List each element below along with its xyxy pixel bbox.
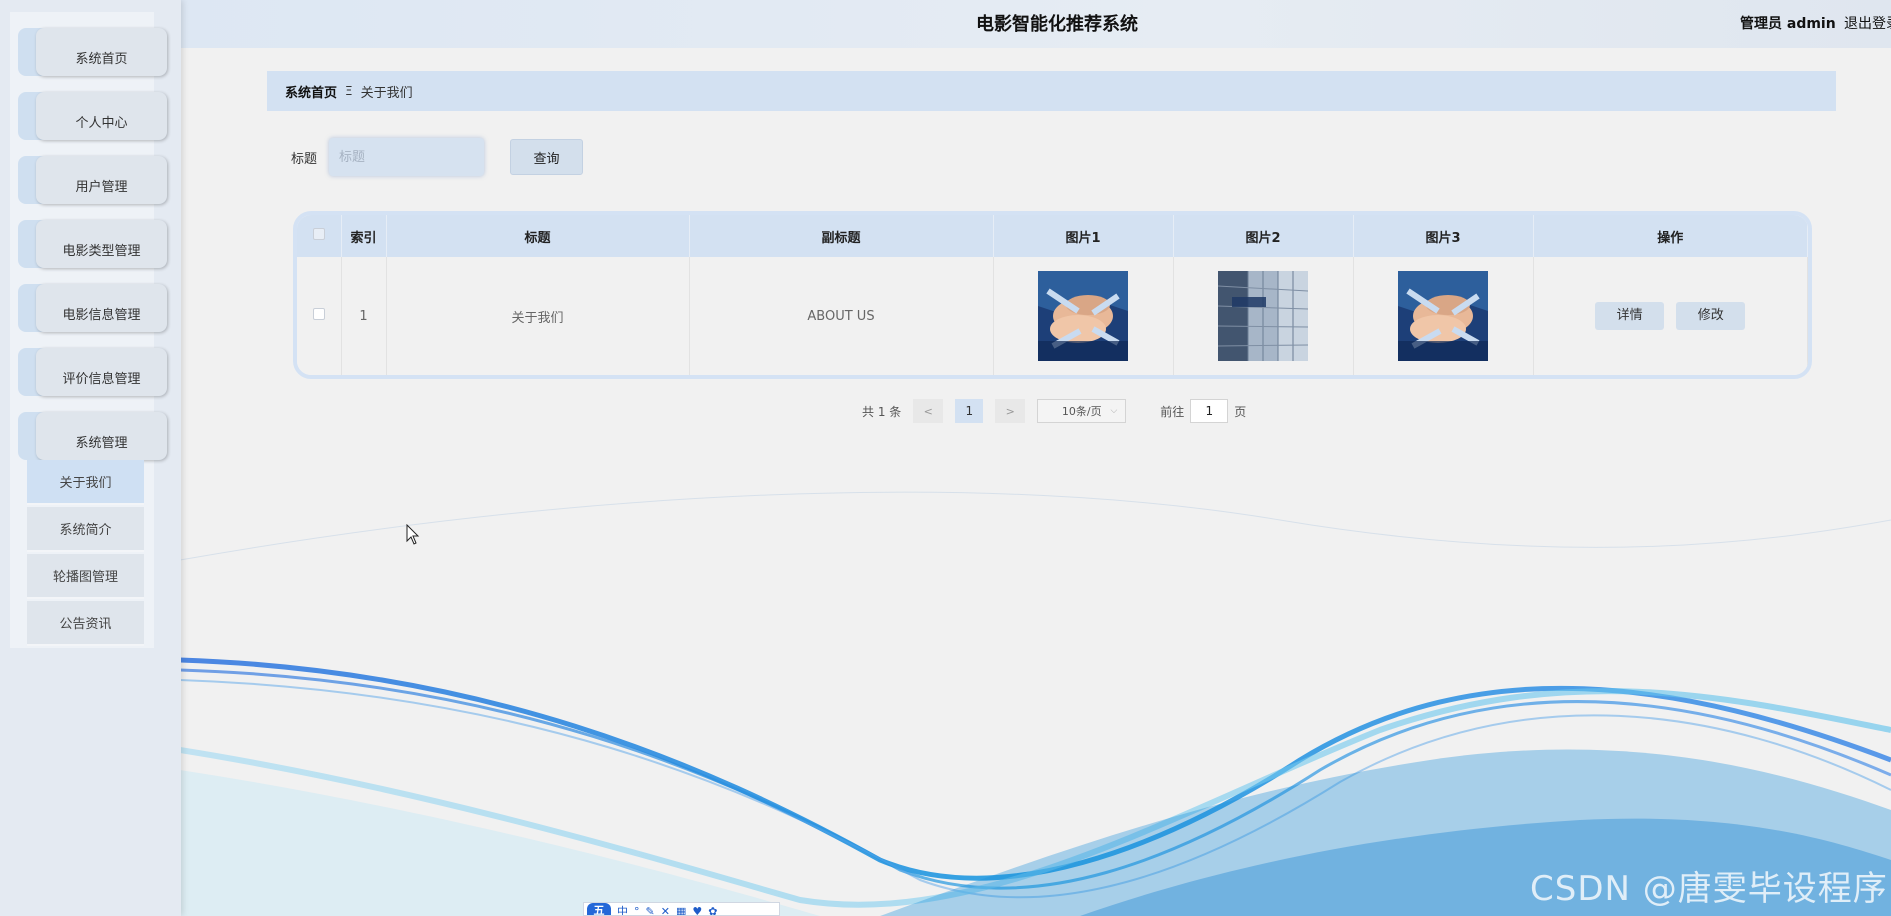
ime-keyboard-icon[interactable]: ▦ xyxy=(676,903,686,915)
sidebar-item-label: 电影信息管理 xyxy=(36,284,167,332)
column-header: 图片1 xyxy=(993,215,1174,257)
ime-skin-icon[interactable]: ♥ xyxy=(692,903,702,915)
top-header: 电影智能化推荐系统 管理员 admin 退出登录 xyxy=(181,0,1891,48)
detail-button[interactable]: 详情 xyxy=(1595,302,1665,330)
ime-handwrite-icon[interactable]: ✎ xyxy=(646,903,655,915)
pagination: 共 1 条 < 1 > 10条/页 ⌵ 前往 1 页 xyxy=(862,399,1246,423)
sidebar: 系统首页 个人中心 用户管理 电影类型管理 电影信息管理 评价信息管理 系统管理… xyxy=(0,0,181,916)
breadcrumb: 系统首页 Ξ 关于我们 xyxy=(267,71,1836,111)
sidebar-item-personal-center[interactable]: 个人中心 xyxy=(18,92,167,140)
ime-settings-icon[interactable]: ✿ xyxy=(708,903,717,915)
ime-logo-icon[interactable]: 五 xyxy=(587,903,611,915)
edit-button[interactable]: 修改 xyxy=(1676,302,1746,330)
query-button[interactable]: 查询 xyxy=(510,139,583,175)
breadcrumb-current: 关于我们 xyxy=(360,85,413,101)
page-size-select[interactable]: 10条/页 ⌵ xyxy=(1037,399,1127,423)
sidebar-item-label: 电影类型管理 xyxy=(36,220,167,268)
breadcrumb-home[interactable]: 系统首页 xyxy=(285,82,337,101)
breadcrumb-separator-icon: Ξ xyxy=(345,84,353,98)
hands-stack-image[interactable] xyxy=(1038,271,1128,361)
ime-toolbar: 五 中 ° ✎ ✕ ▦ ♥ ✿ xyxy=(583,902,780,916)
mouse-pointer-icon xyxy=(406,524,420,545)
submenu-item-system-intro[interactable]: 系统简介 xyxy=(27,507,144,552)
chevron-down-icon: ⌵ xyxy=(1110,406,1118,416)
row-image-1-cell xyxy=(993,257,1174,375)
column-header: 操作 xyxy=(1533,215,1808,257)
goto-suffix: 页 xyxy=(1234,404,1247,419)
submenu-item-label: 关于我们 xyxy=(59,476,112,491)
title-search-input[interactable] xyxy=(329,138,484,176)
csdn-watermark: CSDN @唐雯毕设程序 xyxy=(1530,869,1888,909)
select-all-cell xyxy=(297,215,342,257)
row-actions-cell: 详情 修改 xyxy=(1533,257,1808,375)
prev-page-button[interactable]: < xyxy=(913,399,944,423)
table-row: 1 关于我们 ABOUT US 详情 修改 xyxy=(297,257,1808,375)
background-wave-decoration xyxy=(180,491,1891,916)
submenu-item-label: 系统简介 xyxy=(59,523,112,538)
search-label: 标题 xyxy=(291,152,318,167)
page-number-button[interactable]: 1 xyxy=(955,399,984,423)
column-header: 图片2 xyxy=(1173,215,1354,257)
submenu-item-about-us[interactable]: 关于我们 xyxy=(27,460,144,505)
building-glass-image[interactable] xyxy=(1218,271,1308,361)
sidebar-item-movie-type-management[interactable]: 电影类型管理 xyxy=(18,220,167,268)
row-image-3-cell xyxy=(1353,257,1534,375)
goto-label: 前往 xyxy=(1160,404,1185,419)
row-select-cell xyxy=(297,257,342,375)
sidebar-item-label: 系统管理 xyxy=(36,412,167,460)
ime-tools-icon[interactable]: ✕ xyxy=(661,903,670,915)
sidebar-item-label: 评价信息管理 xyxy=(36,348,167,396)
row-subtitle: ABOUT US xyxy=(689,257,994,375)
row-image-2-cell xyxy=(1173,257,1354,375)
ime-chinese-mode-icon[interactable]: 中 xyxy=(617,903,628,915)
sidebar-item-label: 个人中心 xyxy=(36,92,167,140)
hands-stack-image[interactable] xyxy=(1398,271,1488,361)
sidebar-item-system-management[interactable]: 系统管理 xyxy=(18,412,167,460)
current-user: 管理员 admin xyxy=(1740,16,1836,32)
sidebar-item-movie-info-management[interactable]: 电影信息管理 xyxy=(18,284,167,332)
sidebar-item-review-management[interactable]: 评价信息管理 xyxy=(18,348,167,396)
submenu-item-label: 轮播图管理 xyxy=(52,570,118,585)
goto-page-input[interactable]: 1 xyxy=(1190,399,1229,423)
submenu-item-label: 公告资讯 xyxy=(59,617,112,632)
sidebar-item-home[interactable]: 系统首页 xyxy=(18,28,167,76)
app-title: 电影智能化推荐系统 xyxy=(976,14,1138,35)
row-index: 1 xyxy=(341,257,387,375)
data-table: 索引 标题 副标题 图片1 图片2 图片3 操作 1 关于我们 ABOUT US xyxy=(293,211,1812,379)
row-checkbox[interactable] xyxy=(312,308,325,320)
ime-punctuation-icon[interactable]: ° xyxy=(634,903,640,915)
row-title: 关于我们 xyxy=(386,257,690,375)
column-header: 标题 xyxy=(386,215,690,257)
select-all-checkbox[interactable] xyxy=(312,228,325,240)
next-page-button[interactable]: > xyxy=(995,399,1026,423)
sidebar-item-label: 用户管理 xyxy=(36,156,167,204)
page-size-value: 10条/页 xyxy=(1061,405,1102,418)
submenu-item-carousel-management[interactable]: 轮播图管理 xyxy=(27,554,144,599)
column-header: 图片3 xyxy=(1353,215,1534,257)
submenu-item-announcements[interactable]: 公告资讯 xyxy=(27,601,144,646)
column-header: 索引 xyxy=(341,215,387,257)
table-header-row: 索引 标题 副标题 图片1 图片2 图片3 操作 xyxy=(297,215,1808,257)
pagination-total: 共 1 条 xyxy=(862,404,902,419)
logout-link[interactable]: 退出登录 xyxy=(1844,13,1891,33)
sidebar-item-label: 系统首页 xyxy=(36,28,167,76)
sidebar-item-user-management[interactable]: 用户管理 xyxy=(18,156,167,204)
column-header: 副标题 xyxy=(689,215,994,257)
